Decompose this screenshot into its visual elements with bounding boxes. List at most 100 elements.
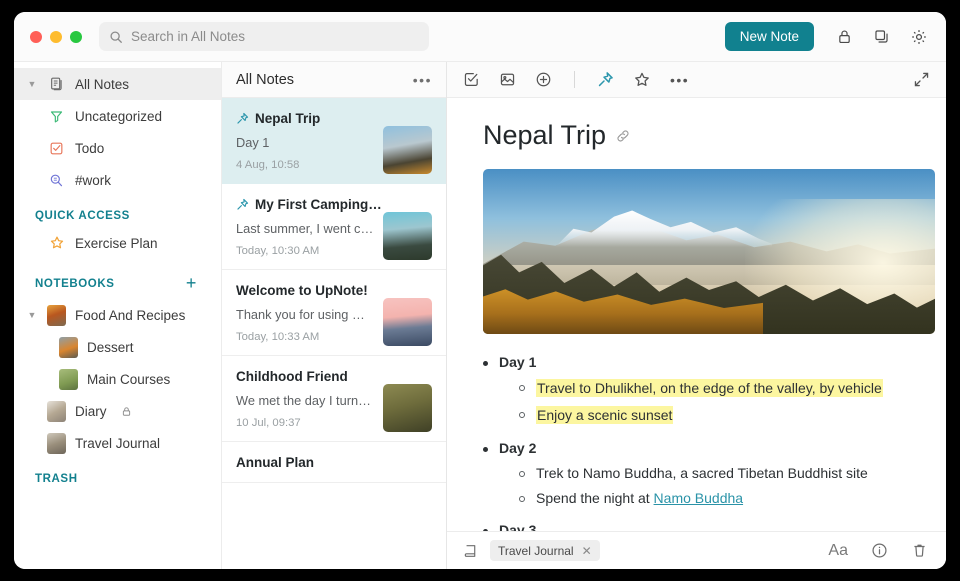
maximize-window-button[interactable] [70, 30, 82, 43]
note-title-row: Nepal Trip [236, 111, 432, 126]
sidebar-item-dessert[interactable]: Dessert [14, 331, 221, 363]
list-item[interactable]: Childhood Friend We met the day I turn… … [222, 356, 446, 442]
sidebar-item-todo[interactable]: Todo [14, 132, 221, 164]
note-list-column: All Notes ••• Nepal Trip Day 1 4 Aug, 10… [222, 62, 447, 569]
sidebar: ▼ All Notes Uncategorized Todo #work QUI… [14, 62, 222, 569]
chevron-down-icon[interactable]: ▼ [26, 310, 38, 320]
note-title-row: Childhood Friend [236, 369, 432, 384]
note-title-text: Nepal Trip [483, 120, 607, 150]
sidebar-item-uncategorized[interactable]: Uncategorized [14, 100, 221, 132]
namo-buddha-link[interactable]: Namo Buddha [654, 490, 744, 506]
note-title: Annual Plan [236, 455, 315, 470]
sidebar-label: Main Courses [87, 371, 171, 387]
sidebar-item-exercise-plan[interactable]: Exercise Plan [14, 227, 221, 259]
note-thumbnail [383, 212, 432, 260]
search-tag-icon [47, 173, 66, 188]
trash-icon[interactable] [911, 542, 928, 559]
sidebar-label: Travel Journal [75, 435, 161, 451]
sidebar-label: Dessert [87, 339, 134, 355]
sidebar-item-food-and-recipes[interactable]: ▼ Food And Recipes [14, 299, 221, 331]
note-title-row: Welcome to UpNote! [236, 283, 432, 298]
image-icon[interactable] [499, 71, 516, 88]
note-line: Travel to Dhulikhel, on the edge of the … [536, 379, 883, 397]
bullet-icon [519, 496, 525, 502]
note-title: My First Camping… [255, 197, 382, 212]
sidebar-label: Todo [75, 140, 105, 156]
section-quick-access: QUICK ACCESS [14, 196, 221, 227]
note-body: Day 1 Travel to Dhulikhel, on the edge o… [483, 354, 914, 531]
ellipsis-icon[interactable]: ••• [670, 72, 689, 88]
app-window: Search in All Notes New Note ▼ All Notes… [14, 12, 946, 569]
copy-icon[interactable] [873, 28, 890, 46]
tag-label: Travel Journal [498, 543, 574, 558]
info-icon[interactable] [871, 542, 888, 559]
list-item[interactable]: Welcome to UpNote! Thank you for using …… [222, 270, 446, 356]
section-trash[interactable]: TRASH [14, 459, 221, 490]
note-list-title: All Notes [236, 71, 295, 88]
font-size-icon[interactable]: Aa [828, 542, 848, 560]
note-thumbnail [383, 384, 432, 432]
bullet-icon [519, 385, 525, 391]
list-item: Day 1 [483, 354, 914, 370]
link-icon[interactable] [615, 128, 631, 144]
notebook-thumbnail [47, 432, 66, 454]
editor-content[interactable]: Nepal Trip Day 1 Travel to Dhulikhel, on… [447, 98, 946, 531]
bullet-icon [483, 447, 488, 452]
minimize-window-button[interactable] [50, 30, 62, 43]
day-heading: Day 3 [499, 522, 537, 531]
sidebar-item-work-tag[interactable]: #work [14, 164, 221, 196]
note-title: Welcome to UpNote! [236, 283, 368, 298]
notebook-tag[interactable]: Travel Journal ✕ [490, 540, 600, 561]
plus-icon[interactable]: + [186, 273, 197, 294]
search-input[interactable]: Search in All Notes [99, 22, 429, 51]
sidebar-label: Food And Recipes [75, 307, 186, 323]
editor-toolbar: ••• [447, 62, 946, 98]
list-item: Day 2 [483, 440, 914, 456]
list-item[interactable]: My First Camping… Last summer, I went c…… [222, 184, 446, 270]
list-item: Trek to Namo Buddha, a sacred Tibetan Bu… [519, 465, 914, 481]
page-title: Nepal Trip [483, 120, 914, 151]
title-bar: Search in All Notes New Note [14, 12, 946, 62]
day-heading: Day 1 [499, 354, 537, 370]
note-list: Nepal Trip Day 1 4 Aug, 10:58 My First C… [222, 98, 446, 569]
section-title: QUICK ACCESS [35, 210, 130, 222]
sidebar-item-main-courses[interactable]: Main Courses [14, 363, 221, 395]
pin-icon[interactable] [597, 71, 614, 88]
ellipsis-icon[interactable]: ••• [413, 72, 432, 88]
note-hero-image [483, 169, 935, 334]
note-line: Enjoy a scenic sunset [536, 406, 674, 424]
traffic-lights [30, 30, 82, 43]
plus-circle-icon[interactable] [535, 71, 552, 88]
sidebar-label: Exercise Plan [75, 235, 158, 251]
pin-icon [236, 112, 249, 125]
toolbar-divider [574, 71, 575, 88]
note-editor: ••• Nepal Trip Day 1 Travel to Dhulikhel… [447, 62, 946, 569]
section-title: NOTEBOOKS [35, 277, 115, 290]
gear-icon[interactable] [910, 28, 928, 46]
star-icon[interactable] [633, 71, 651, 89]
close-icon[interactable]: ✕ [582, 544, 592, 558]
search-icon [109, 30, 123, 44]
list-item[interactable]: Nepal Trip Day 1 4 Aug, 10:58 [222, 98, 446, 184]
checkbox-task-icon[interactable] [463, 71, 480, 88]
notebook-icon[interactable] [463, 543, 479, 559]
list-item: Day 3 [483, 522, 914, 531]
lock-icon[interactable] [836, 28, 853, 46]
note-line-wrapper: Spend the night at Namo Buddha [536, 490, 743, 506]
note-title-row: Annual Plan [236, 455, 432, 470]
sidebar-label: All Notes [75, 76, 130, 92]
sidebar-item-diary[interactable]: Diary [14, 395, 221, 427]
note-title: Nepal Trip [255, 111, 321, 126]
list-item: Enjoy a scenic sunset [519, 406, 914, 424]
close-window-button[interactable] [30, 30, 42, 43]
expand-icon[interactable] [913, 71, 930, 88]
notebook-thumbnail [47, 400, 66, 422]
chevron-down-icon[interactable]: ▼ [26, 79, 38, 89]
status-right-icons: Aa [828, 542, 928, 560]
new-note-button[interactable]: New Note [724, 22, 814, 51]
sidebar-item-all-notes[interactable]: ▼ All Notes [14, 68, 221, 100]
section-title: TRASH [35, 473, 78, 485]
list-item[interactable]: Annual Plan [222, 442, 446, 483]
sidebar-item-travel-journal[interactable]: Travel Journal [14, 427, 221, 459]
section-notebooks: NOTEBOOKS + [14, 259, 221, 299]
